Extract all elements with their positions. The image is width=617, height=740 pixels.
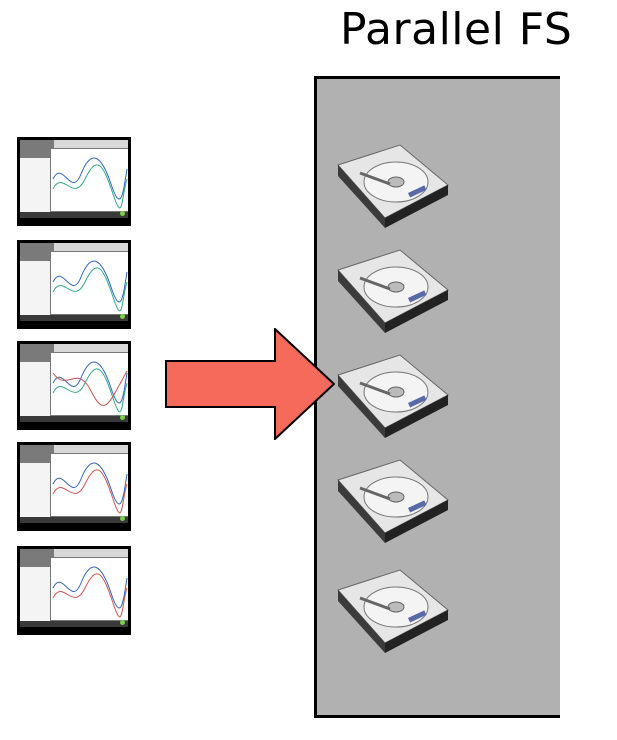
hard-drive-icon: [337, 569, 449, 653]
plot-thumbnail-icon: [50, 453, 128, 517]
diagram-title: Parallel FS: [340, 4, 573, 55]
compute-node-screenshot: [17, 341, 131, 430]
hard-drive-icon: [337, 249, 449, 333]
plot-thumbnail-icon: [50, 251, 128, 315]
hard-drive-icon: [337, 354, 449, 438]
plot-thumbnail-icon: [50, 148, 128, 212]
compute-node-screenshot: [17, 137, 131, 226]
data-flow-arrow-icon: [165, 328, 335, 440]
plot-thumbnail-icon: [50, 352, 128, 416]
compute-node-screenshot: [17, 546, 131, 635]
compute-node-screenshot: [17, 240, 131, 329]
hard-drive-icon: [337, 459, 449, 543]
compute-node-screenshot: [17, 442, 131, 531]
plot-thumbnail-icon: [50, 557, 128, 621]
hard-drive-icon: [337, 144, 449, 228]
